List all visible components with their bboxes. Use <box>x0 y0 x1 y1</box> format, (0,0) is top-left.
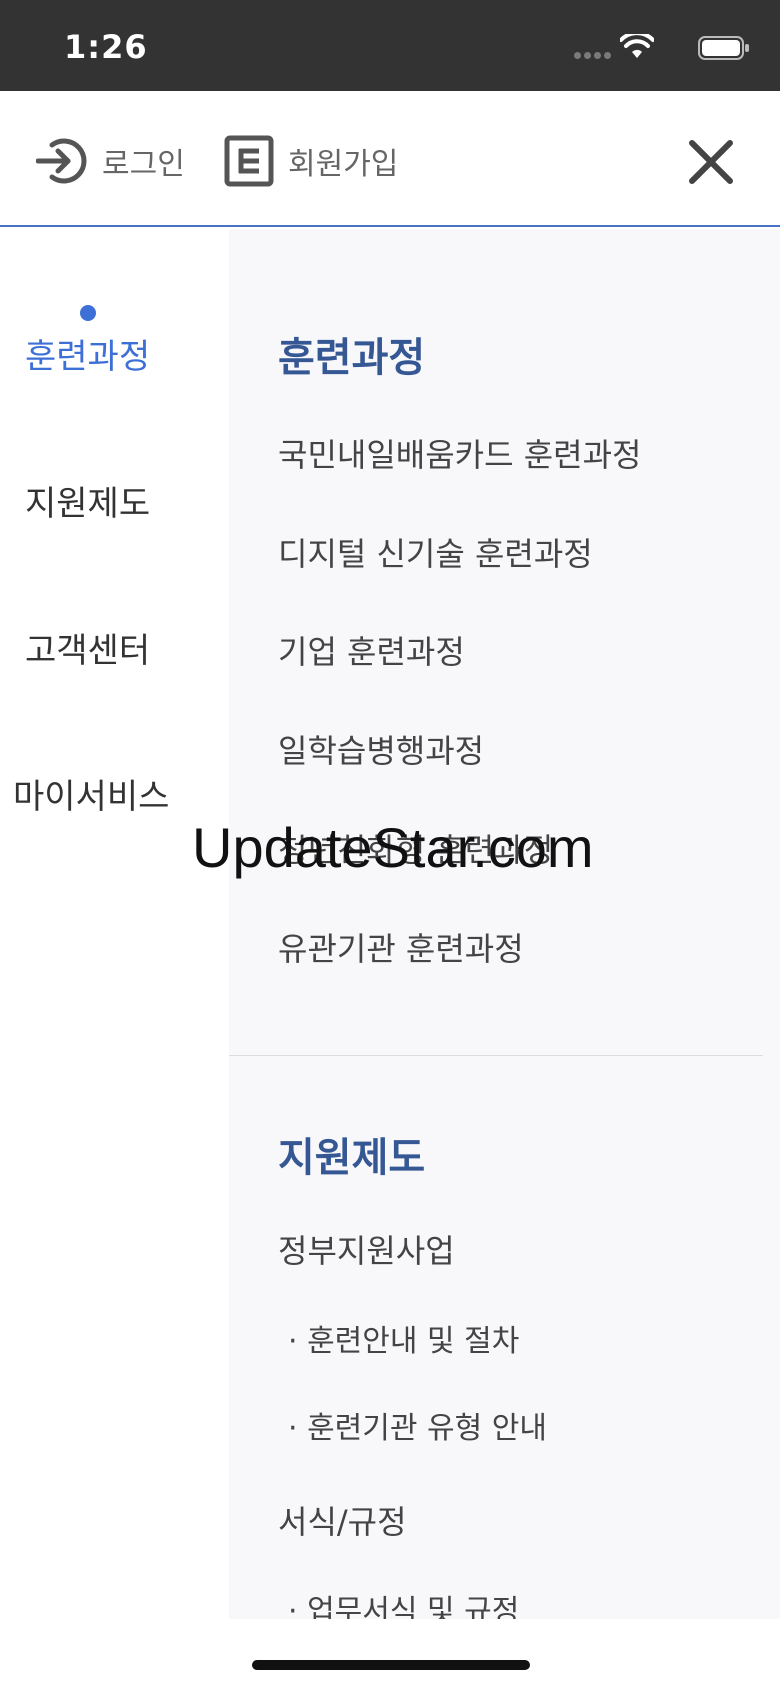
nav-item-customer-center[interactable]: 고객센터 <box>0 623 229 672</box>
signup-button[interactable]: 회원가입 <box>224 135 398 187</box>
menu-link[interactable]: 일학습병행과정 <box>278 726 484 772</box>
battery-icon <box>698 36 749 60</box>
login-icon <box>36 138 87 184</box>
status-time: 1:26 <box>64 28 148 66</box>
category-nav: 훈련과정 지원제도 고객센터 마이서비스 <box>0 229 229 1619</box>
home-indicator[interactable] <box>252 1660 530 1670</box>
wifi-icon <box>620 34 654 58</box>
nav-item-my-service[interactable]: 마이서비스 <box>0 769 229 818</box>
signal-icon <box>574 52 614 60</box>
section-title-training: 훈련과정 <box>278 335 426 381</box>
form-icon <box>224 135 274 187</box>
submenu-link[interactable]: · 업무서식 및 규정 <box>288 1586 519 1619</box>
nav-item-support[interactable]: 지원제도 <box>0 476 229 525</box>
section-title-support: 지원제도 <box>278 1135 426 1181</box>
menu-link[interactable]: 국민내일배움카드 훈련과정 <box>278 430 641 476</box>
menu-link[interactable]: 정부지원사업 <box>278 1226 455 1272</box>
section-divider <box>229 1055 763 1056</box>
menu-link[interactable]: 디지털 신기술 훈련과정 <box>278 529 593 575</box>
submenu-link[interactable]: · 훈련안내 및 절차 <box>288 1316 519 1360</box>
signup-label: 회원가입 <box>288 147 399 182</box>
menu-link[interactable]: 기업 훈련과정 <box>278 627 465 673</box>
submenu-panel: 훈련과정 국민내일배움카드 훈련과정 디지털 신기술 훈련과정 기업 훈련과정 … <box>229 229 780 1619</box>
close-icon[interactable] <box>688 139 734 185</box>
menu-link[interactable]: 서식/규정 <box>278 1497 407 1543</box>
login-label: 로그인 <box>102 147 185 182</box>
watermark: UpdateStar.com <box>192 816 594 879</box>
submenu-link[interactable]: · 훈련기관 유형 안내 <box>288 1403 547 1447</box>
nav-item-training[interactable]: 훈련과정 <box>0 329 229 378</box>
menu-header: 로그인 회원가입 <box>0 91 780 227</box>
login-button[interactable]: 로그인 <box>36 135 185 187</box>
active-indicator <box>80 305 96 321</box>
menu-link[interactable]: 유관기관 훈련과정 <box>278 924 524 970</box>
status-bar: 1:26 <box>0 0 780 91</box>
